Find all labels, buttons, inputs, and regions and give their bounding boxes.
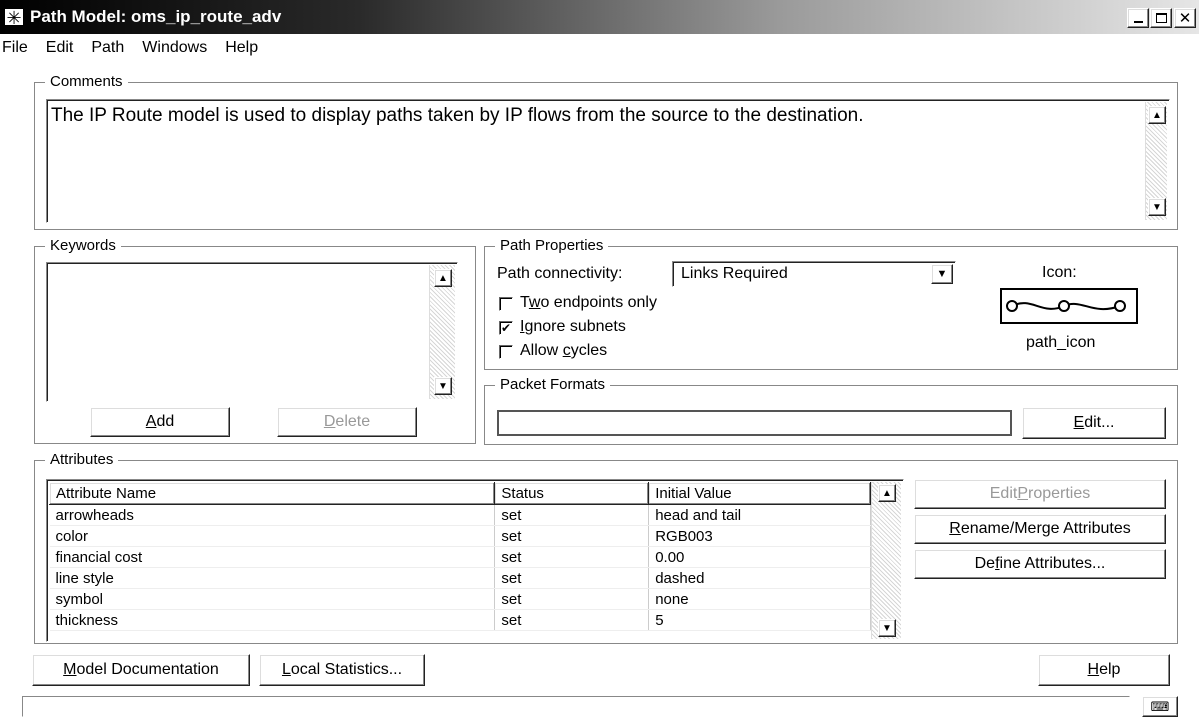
maximize-icon bbox=[1155, 13, 1167, 23]
table-row[interactable]: thickness set 5 bbox=[49, 609, 871, 631]
rename-merge-attributes-button[interactable]: Rename/Merge Attributes bbox=[914, 514, 1166, 544]
table-row[interactable]: arrowheads set head and tail bbox=[49, 504, 871, 526]
window-title: Path Model: oms_ip_route_adv bbox=[30, 7, 282, 26]
menu-bar: File Edit Path Windows Help bbox=[0, 36, 1199, 60]
column-header[interactable]: Initial Value bbox=[648, 482, 871, 505]
keywords-list[interactable]: ▲ ▼ bbox=[46, 262, 458, 402]
local-statistics-button[interactable]: Local Statistics... bbox=[259, 654, 425, 686]
two-endpoints-checkbox[interactable] bbox=[499, 297, 513, 311]
scroll-down-icon[interactable]: ▼ bbox=[434, 377, 452, 395]
edit-properties-button[interactable]: Edit Properties bbox=[914, 479, 1166, 509]
path-icon-name: path_icon bbox=[1026, 334, 1096, 351]
title-bar[interactable]: ✳ Path Model: oms_ip_route_adv ✕ bbox=[0, 0, 1199, 34]
attributes-table[interactable]: Attribute Name Status Initial Value arro… bbox=[46, 479, 904, 642]
table-row[interactable]: financial cost set 0.00 bbox=[49, 546, 871, 568]
path-icon bbox=[1006, 300, 1126, 312]
minimize-icon bbox=[1133, 21, 1143, 23]
scroll-up-icon[interactable]: ▲ bbox=[1148, 106, 1166, 124]
two-endpoints-label: Two endpoints only bbox=[520, 294, 657, 311]
scroll-down-icon[interactable]: ▼ bbox=[1148, 198, 1166, 216]
ignore-subnets-label: Ignore subnets bbox=[520, 318, 626, 335]
close-button[interactable]: ✕ bbox=[1174, 8, 1196, 28]
table-row[interactable]: color set RGB003 bbox=[49, 525, 871, 547]
packet-formats-field[interactable] bbox=[497, 410, 1012, 436]
icon-label: Icon: bbox=[1042, 264, 1077, 281]
menu-path[interactable]: Path bbox=[91, 39, 124, 56]
column-header[interactable]: Attribute Name bbox=[48, 482, 496, 505]
model-documentation-button[interactable]: Model Documentation bbox=[32, 654, 250, 686]
add-button[interactable]: Add bbox=[90, 407, 230, 437]
ignore-subnets-checkbox[interactable]: ✔ bbox=[499, 321, 513, 335]
attributes-grid: Attribute Name Status Initial Value arro… bbox=[48, 482, 871, 631]
asterisk-icon[interactable]: ✳ bbox=[4, 8, 24, 27]
chevron-down-icon[interactable]: ▼ bbox=[931, 264, 953, 284]
packet-formats-edit-button[interactable]: Edit... bbox=[1022, 407, 1166, 439]
attributes-scrollbar[interactable]: ▲ ▼ bbox=[871, 482, 901, 639]
help-button[interactable]: Help bbox=[1038, 654, 1170, 686]
allow-cycles-label: Allow cycles bbox=[520, 342, 608, 359]
comments-textarea[interactable]: The IP Route model is used to display pa… bbox=[46, 99, 1170, 223]
table-row[interactable]: line style set dashed bbox=[49, 567, 871, 589]
attributes-legend: Attributes bbox=[45, 451, 119, 469]
comments-legend: Comments bbox=[45, 73, 128, 91]
scroll-down-icon[interactable]: ▼ bbox=[878, 619, 896, 637]
keyboard-icon[interactable]: ⌨ bbox=[1142, 696, 1178, 717]
table-header: Attribute Name Status Initial Value bbox=[48, 482, 871, 505]
delete-button[interactable]: Delete bbox=[277, 407, 417, 437]
scroll-up-icon[interactable]: ▲ bbox=[878, 484, 896, 502]
status-bar bbox=[22, 696, 1130, 717]
checkmark-icon: ✔ bbox=[500, 321, 512, 335]
comments-scrollbar[interactable]: ▲ ▼ bbox=[1145, 102, 1167, 220]
comments-text: The IP Route model is used to display pa… bbox=[51, 105, 864, 126]
scroll-up-icon[interactable]: ▲ bbox=[434, 269, 452, 287]
path-properties-legend: Path Properties bbox=[495, 237, 609, 255]
menu-file[interactable]: File bbox=[2, 39, 28, 56]
minimize-button[interactable] bbox=[1127, 8, 1149, 28]
keywords-legend: Keywords bbox=[45, 237, 121, 255]
path-connectivity-label: Path connectivity: bbox=[497, 265, 623, 282]
path-connectivity-value: Links Required bbox=[681, 265, 788, 282]
allow-cycles-checkbox[interactable] bbox=[499, 345, 513, 359]
menu-edit[interactable]: Edit bbox=[46, 39, 74, 56]
column-header[interactable]: Status bbox=[494, 482, 650, 505]
keywords-scrollbar[interactable]: ▲ ▼ bbox=[429, 265, 455, 399]
define-attributes-button[interactable]: De f ine Attributes... bbox=[914, 549, 1166, 579]
menu-help[interactable]: Help bbox=[225, 39, 258, 56]
path-icon-preview[interactable] bbox=[1000, 288, 1138, 324]
menu-windows[interactable]: Windows bbox=[142, 39, 207, 56]
path-connectivity-select[interactable]: Links Required ▼ bbox=[672, 261, 956, 287]
maximize-button[interactable] bbox=[1150, 8, 1172, 28]
packet-formats-legend: Packet Formats bbox=[495, 376, 611, 394]
table-row[interactable]: symbol set none bbox=[49, 588, 871, 610]
